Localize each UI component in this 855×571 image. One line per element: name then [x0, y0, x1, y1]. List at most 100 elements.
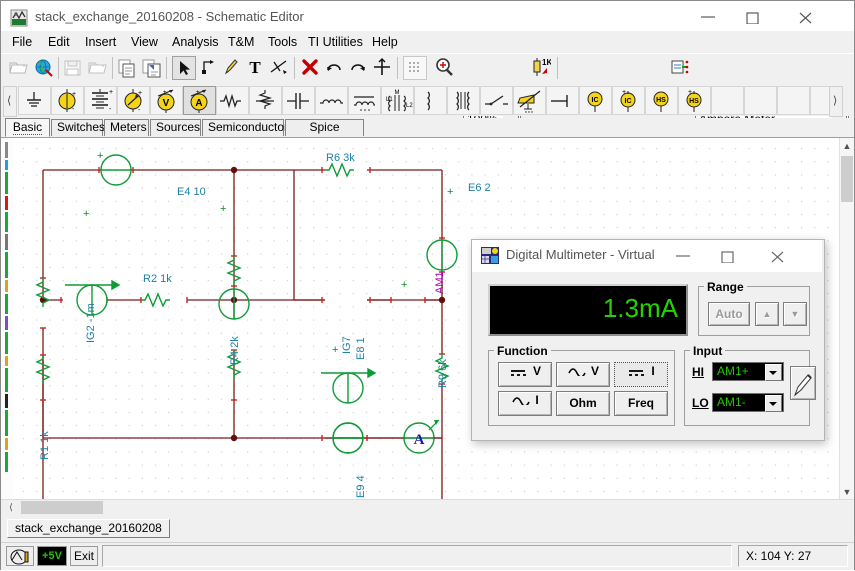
delete-icon[interactable] — [299, 56, 323, 80]
tab-semiconductors[interactable]: Semiconductors — [202, 119, 294, 136]
copy-icon[interactable] — [115, 56, 139, 80]
scroll-up-icon[interactable]: ▲ — [840, 138, 854, 154]
open-icon[interactable] — [7, 56, 31, 80]
zoom-icon[interactable] — [433, 56, 457, 80]
potentiometer-icon[interactable] — [249, 86, 282, 115]
main-toolbar: T 100% — [1, 53, 854, 129]
function-dc-amps-button[interactable]: I — [614, 362, 668, 387]
chevron-down-icon[interactable] — [765, 364, 782, 381]
close-button[interactable] — [784, 1, 830, 33]
minimize-button[interactable] — [685, 1, 731, 33]
menu-insert[interactable]: Insert — [82, 34, 119, 51]
menu-edit[interactable]: Edit — [45, 34, 73, 51]
select-arrow-icon[interactable] — [172, 56, 196, 80]
canvas-horizontal-scrollbar[interactable]: ⟨ — [1, 499, 854, 515]
palette-scroll-left-button[interactable]: ⟨ — [3, 86, 17, 117]
iron-core-inductor-icon[interactable] — [348, 86, 381, 115]
multimeter-minimize-button[interactable] — [660, 240, 706, 271]
tab-sources-label: Sources — [156, 120, 201, 134]
multimeter-close-button[interactable] — [756, 240, 802, 271]
tab-sources[interactable]: Sources — [150, 119, 201, 136]
dc-current-source-icon[interactable]: + - — [117, 86, 150, 115]
range-up-button[interactable]: ▲ — [755, 302, 779, 326]
text-icon[interactable]: T — [244, 56, 268, 80]
supply-voltage-button[interactable]: +5V — [37, 546, 67, 566]
multimeter-title: Digital Multimeter - Virtual — [506, 247, 655, 262]
resistor-icon[interactable] — [216, 86, 249, 115]
dc-voltage-source-icon[interactable]: + - — [51, 86, 84, 115]
terminal-icon[interactable] — [546, 86, 579, 115]
ic-probe-icon[interactable]: IC — [579, 86, 612, 115]
coil-icon[interactable] — [414, 86, 447, 115]
ic-plus-probe-icon[interactable]: + IC — [612, 86, 645, 115]
palette-empty-slot[interactable] — [777, 86, 810, 115]
svg-text:V: V — [163, 98, 170, 109]
menu-file[interactable]: File — [9, 34, 35, 51]
scroll-left-icon[interactable]: ⟨ — [3, 500, 19, 515]
crosshair-icon[interactable] — [371, 56, 395, 80]
input-lo-combo[interactable]: AM1- — [712, 393, 784, 412]
switch-icon[interactable] — [480, 86, 513, 115]
relay-icon[interactable] — [513, 86, 546, 115]
redo-icon[interactable] — [347, 56, 371, 80]
hs-probe-icon[interactable]: HS — [645, 86, 678, 115]
function-ac-volts-button[interactable]: V — [556, 362, 610, 387]
function-freq-button[interactable]: Freq — [614, 391, 668, 416]
menu-view[interactable]: View — [128, 34, 161, 51]
menu-help[interactable]: Help — [369, 34, 401, 51]
range-down-button[interactable]: ▼ — [783, 302, 807, 326]
function-dc-volts-button[interactable]: V — [498, 362, 552, 387]
paste-icon[interactable] — [140, 56, 164, 80]
chevron-down-icon[interactable] — [765, 395, 782, 412]
resistor-value-icon[interactable]: 1K — [529, 56, 553, 80]
tab-meters[interactable]: Meters — [104, 119, 149, 136]
save-icon[interactable] — [61, 56, 85, 80]
exit-button[interactable]: Exit — [70, 546, 98, 566]
range-auto-button[interactable]: Auto — [708, 302, 750, 326]
digital-multimeter-dialog[interactable]: Digital Multimeter - Virtual 1.3mA Range… — [471, 239, 825, 441]
pencil-icon[interactable] — [220, 56, 244, 80]
canvas-vertical-scrollbar[interactable]: ▲ ▼ — [839, 138, 854, 500]
tab-spice-macros[interactable]: Spice Macros — [285, 119, 364, 149]
tab-basic[interactable]: Basic — [5, 118, 50, 137]
ammeter-icon[interactable]: A + — [183, 86, 216, 115]
battery-icon[interactable]: + - — [84, 86, 117, 115]
multimeter-maximize-button[interactable] — [706, 240, 752, 271]
input-lo-label: LO — [692, 396, 709, 410]
oscilloscope-icon[interactable] — [6, 546, 34, 566]
function-ac-amps-label: I — [535, 392, 539, 407]
probe-pen-icon[interactable] — [790, 366, 816, 400]
palette-empty-slot[interactable] — [711, 86, 744, 115]
menu-ti-utilities[interactable]: TI Utilities — [305, 34, 366, 51]
transformer-icon[interactable]: M L1 L2 — [381, 86, 414, 115]
vertical-scroll-thumb[interactable] — [841, 156, 853, 202]
tab-switches[interactable]: Switches — [51, 119, 105, 136]
document-tab[interactable]: stack_exchange_20160208 — [7, 519, 170, 538]
horizontal-scroll-thumb[interactable] — [21, 501, 103, 514]
multimeter-display: 1.3mA — [488, 284, 688, 336]
menu-tools[interactable]: Tools — [265, 34, 300, 51]
input-hi-combo[interactable]: AM1+ — [712, 362, 784, 381]
node-edit-icon[interactable] — [196, 56, 220, 80]
palette-scroll-right-button[interactable]: ⟩ — [829, 86, 843, 117]
waveform-icon[interactable] — [268, 56, 292, 80]
capacitor-icon[interactable] — [282, 86, 315, 115]
part-properties-icon[interactable] — [669, 56, 693, 80]
maximize-button[interactable] — [731, 1, 777, 33]
menu-analysis[interactable]: Analysis — [169, 34, 222, 51]
save-as-icon[interactable] — [86, 56, 110, 80]
function-ohm-button[interactable]: Ohm — [556, 391, 610, 416]
svg-text:+: + — [196, 90, 200, 96]
menu-tm[interactable]: T&M — [225, 34, 257, 51]
ground-icon[interactable] — [18, 86, 51, 115]
function-ac-amps-button[interactable]: I — [498, 391, 552, 416]
scroll-down-icon[interactable]: ▼ — [840, 484, 854, 500]
voltmeter-icon[interactable]: V + — [150, 86, 183, 115]
palette-empty-slot[interactable] — [744, 86, 777, 115]
undo-icon[interactable] — [323, 56, 347, 80]
inductor-icon[interactable] — [315, 86, 348, 115]
grid-icon[interactable] — [403, 56, 427, 80]
web-search-icon[interactable] — [32, 56, 56, 80]
hs-plus-probe-icon[interactable]: + HS — [678, 86, 711, 115]
coupled-inductor-icon[interactable] — [447, 86, 480, 115]
